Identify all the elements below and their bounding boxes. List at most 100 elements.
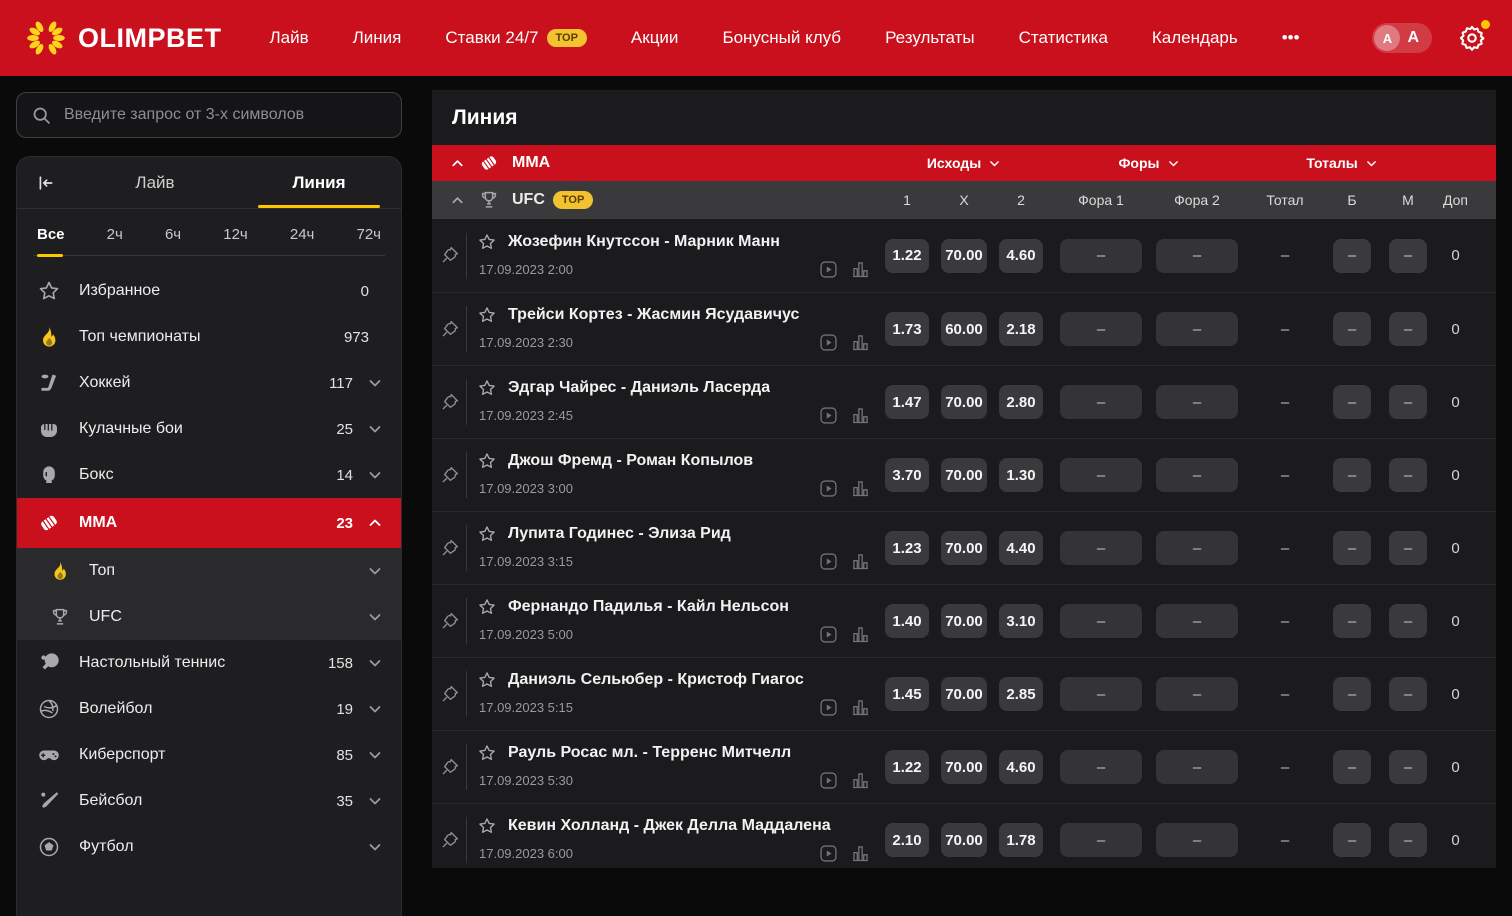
handicap-1-button[interactable]: – — [1060, 823, 1142, 857]
handicap-2-button[interactable]: – — [1156, 823, 1238, 857]
handicap-1-button[interactable]: – — [1060, 750, 1142, 784]
stats-icon[interactable] — [850, 770, 871, 791]
collapse-league-button[interactable] — [442, 193, 472, 208]
extra-count[interactable]: 0 — [1427, 394, 1484, 411]
match-name[interactable]: Жозефин Кнутссон - Марник Манн — [508, 233, 780, 251]
font-small-option[interactable]: A — [1374, 25, 1401, 51]
under-button[interactable]: – — [1389, 531, 1427, 565]
under-button[interactable]: – — [1389, 750, 1427, 784]
under-button[interactable]: – — [1389, 385, 1427, 419]
over-button[interactable]: – — [1333, 238, 1371, 273]
match-name[interactable]: Эдгар Чайрес - Даниэль Ласерда — [508, 379, 770, 397]
extra-count[interactable]: 0 — [1427, 247, 1484, 264]
favorite-star-icon[interactable] — [477, 232, 497, 252]
extra-count[interactable]: 0 — [1427, 686, 1484, 703]
pin-button[interactable] — [432, 830, 466, 851]
odd-x-button[interactable]: 70.00 — [941, 385, 987, 419]
under-button[interactable]: – — [1389, 604, 1427, 638]
sidebar-item[interactable]: Футбол — [17, 824, 401, 870]
handicap-2-button[interactable]: – — [1156, 238, 1238, 273]
nav-item[interactable]: Календарь — [1152, 28, 1238, 48]
pin-button[interactable] — [432, 392, 466, 413]
video-icon[interactable] — [818, 770, 839, 791]
nav-item[interactable]: Ставки 24/7 TOP — [445, 28, 587, 48]
extra-count[interactable]: 0 — [1427, 540, 1484, 557]
time-filter[interactable]: 24ч — [290, 226, 315, 255]
over-button[interactable]: – — [1333, 385, 1371, 419]
stats-icon[interactable] — [850, 843, 871, 864]
stats-icon[interactable] — [850, 551, 871, 572]
nav-item[interactable]: Линия — [353, 28, 402, 48]
video-icon[interactable] — [818, 478, 839, 499]
video-icon[interactable] — [818, 259, 839, 280]
stats-icon[interactable] — [850, 697, 871, 718]
pin-button[interactable] — [432, 611, 466, 632]
video-icon[interactable] — [818, 697, 839, 718]
odd-2-button[interactable]: 4.40 — [999, 531, 1043, 565]
sidebar-item[interactable]: Избранное 0 — [17, 268, 401, 314]
extra-count[interactable]: 0 — [1427, 321, 1484, 338]
odd-x-button[interactable]: 70.00 — [941, 458, 987, 492]
collapse-sidebar-button[interactable] — [17, 157, 73, 208]
sidebar-item[interactable]: Волейбол 19 — [17, 686, 401, 732]
odd-1-button[interactable]: 1.45 — [885, 677, 929, 711]
sidebar-item[interactable]: Кулачные бои 25 — [17, 406, 401, 452]
match-name[interactable]: Кевин Холланд - Джек Делла Маддалена — [508, 817, 831, 835]
favorite-star-icon[interactable] — [477, 743, 497, 763]
sidebar-item[interactable]: Бокс 14 — [17, 452, 401, 498]
sidebar-item[interactable]: Киберспорт 85 — [17, 732, 401, 778]
tab-line[interactable]: Линия — [237, 157, 401, 208]
handicap-2-button[interactable]: – — [1156, 750, 1238, 784]
match-name[interactable]: Трейси Кортез - Жасмин Ясудавичус — [508, 306, 799, 324]
extra-count[interactable]: 0 — [1427, 832, 1484, 849]
over-button[interactable]: – — [1333, 823, 1371, 857]
sidebar-item[interactable]: Топ — [17, 548, 401, 594]
odd-2-button[interactable]: 2.18 — [999, 312, 1043, 346]
under-button[interactable]: – — [1389, 823, 1427, 857]
over-button[interactable]: – — [1333, 312, 1371, 346]
odd-2-button[interactable]: 1.78 — [999, 823, 1043, 857]
nav-item[interactable]: Бонусный клуб — [722, 28, 841, 48]
odd-x-button[interactable]: 70.00 — [941, 604, 987, 638]
odd-x-button[interactable]: 70.00 — [941, 531, 987, 565]
match-name[interactable]: Рауль Росас мл. - Терренс Митчелл — [508, 744, 791, 762]
pin-button[interactable] — [432, 538, 466, 559]
video-icon[interactable] — [818, 551, 839, 572]
handicap-1-button[interactable]: – — [1060, 312, 1142, 346]
handicaps-dropdown[interactable]: Форы — [1060, 155, 1238, 171]
pin-button[interactable] — [432, 245, 466, 266]
settings-button[interactable] — [1458, 20, 1490, 52]
odd-x-button[interactable]: 70.00 — [941, 238, 987, 273]
match-name[interactable]: Джош Фремд - Роман Копылов — [508, 452, 753, 470]
video-icon[interactable] — [818, 843, 839, 864]
odd-x-button[interactable]: 70.00 — [941, 677, 987, 711]
stats-icon[interactable] — [850, 478, 871, 499]
time-filter[interactable]: 72ч — [357, 226, 382, 255]
handicap-2-button[interactable]: – — [1156, 677, 1238, 711]
over-button[interactable]: – — [1333, 750, 1371, 784]
odd-1-button[interactable]: 3.70 — [885, 458, 929, 492]
match-name[interactable]: Лупита Годинес - Элиза Рид — [508, 525, 731, 543]
stats-icon[interactable] — [850, 624, 871, 645]
odd-1-button[interactable]: 1.40 — [885, 604, 929, 638]
sidebar-item[interactable]: Настольный теннис 158 — [17, 640, 401, 686]
under-button[interactable]: – — [1389, 238, 1427, 273]
video-icon[interactable] — [818, 624, 839, 645]
sidebar-item[interactable]: UFC — [17, 594, 401, 640]
handicap-2-button[interactable]: – — [1156, 312, 1238, 346]
under-button[interactable]: – — [1389, 677, 1427, 711]
handicap-1-button[interactable]: – — [1060, 604, 1142, 638]
handicap-1-button[interactable]: – — [1060, 385, 1142, 419]
over-button[interactable]: – — [1333, 604, 1371, 638]
stats-icon[interactable] — [850, 259, 871, 280]
handicap-2-button[interactable]: – — [1156, 458, 1238, 492]
pin-button[interactable] — [432, 465, 466, 486]
pin-button[interactable] — [432, 684, 466, 705]
search-input[interactable] — [64, 106, 387, 124]
odd-2-button[interactable]: 2.85 — [999, 677, 1043, 711]
sidebar-item[interactable]: Бейсбол 35 — [17, 778, 401, 824]
favorite-star-icon[interactable] — [477, 378, 497, 398]
favorite-star-icon[interactable] — [477, 816, 497, 836]
over-button[interactable]: – — [1333, 458, 1371, 492]
odd-2-button[interactable]: 2.80 — [999, 385, 1043, 419]
